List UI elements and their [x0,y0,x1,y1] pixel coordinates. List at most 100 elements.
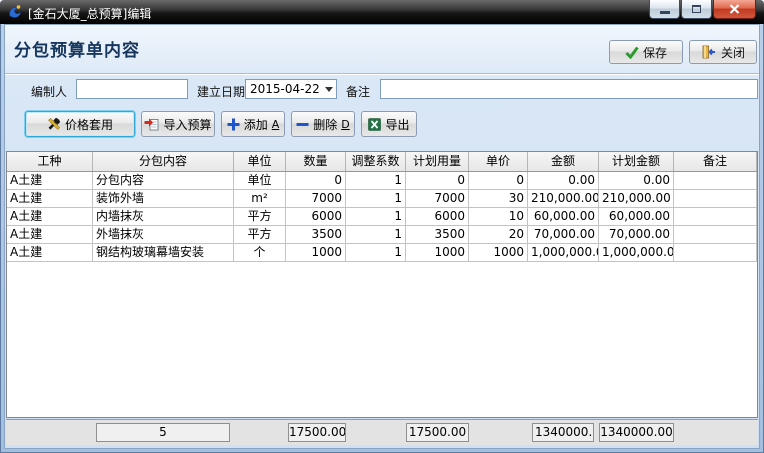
table-cell[interactable]: 30 [469,190,528,207]
header-cell[interactable]: 分包内容 [93,152,234,171]
table-cell[interactable]: 1 [346,172,406,189]
table-cell[interactable]: 60,000.00 [599,208,674,225]
table-cell[interactable]: 分包内容 [93,172,234,189]
minimize-button[interactable] [649,0,680,19]
table-cell[interactable]: A土建 [7,172,93,189]
table-cell[interactable]: A土建 [7,244,93,261]
excel-icon [368,118,381,131]
table-row[interactable]: A土建分包内容单位01000.000.00 [7,172,757,190]
table-cell[interactable]: 平方 [234,208,286,225]
date-combo[interactable]: 2015-04-22 [245,79,337,99]
table-cell[interactable]: 单位 [234,172,286,189]
table-cell[interactable]: A土建 [7,190,93,207]
maximize-button[interactable] [681,0,712,19]
table-cell[interactable]: 1,000,000.00 [599,244,674,261]
table-cell[interactable] [674,208,757,225]
amount-total-box: 1340000.00 [532,423,594,442]
table-cell[interactable]: 0.00 [599,172,674,189]
close-form-button[interactable]: 关闭 [689,40,757,64]
table-cell[interactable]: 70,000.00 [528,226,599,243]
table-cell[interactable]: 1 [346,244,406,261]
header-cell[interactable]: 单价 [469,152,528,171]
price-apply-button[interactable]: 价格套用 [25,111,135,137]
table-row[interactable]: A土建内墙抹灰平方6000160001060,000.0060,000.00 [7,208,757,226]
plus-icon [227,118,240,131]
table-cell[interactable]: 210,000.00 [528,190,599,207]
header-cell[interactable]: 工种 [7,152,93,171]
creator-input[interactable] [76,79,188,99]
import-budget-button[interactable]: 导入预算 [141,111,215,137]
row-count-box: 5 [96,423,230,442]
table-cell[interactable]: 外墙抹灰 [93,226,234,243]
export-button[interactable]: 导出 [361,111,417,137]
export-label: 导出 [385,116,409,133]
table-cell[interactable]: 3500 [406,226,469,243]
table-cell[interactable]: 1000 [406,244,469,261]
header-cell[interactable]: 调整系数 [346,152,406,171]
table-cell[interactable]: 钢结构玻璃幕墙安装 [93,244,234,261]
chevron-down-icon[interactable] [322,87,336,92]
table-cell[interactable]: 个 [234,244,286,261]
table-cell[interactable]: 3500 [286,226,346,243]
table-cell[interactable]: 平方 [234,226,286,243]
table-cell[interactable] [674,190,757,207]
table-cell[interactable]: 1,000,000.00 [528,244,599,261]
table-row[interactable]: A土建钢结构玻璃幕墙安装个10001100010001,000,000.001,… [7,244,757,262]
table-cell[interactable]: 内墙抹灰 [93,208,234,225]
table-cell[interactable] [674,172,757,189]
table-cell[interactable]: 6000 [286,208,346,225]
table-cell[interactable]: 1000 [286,244,346,261]
header-cell[interactable]: 金额 [528,152,599,171]
table-cell[interactable] [674,226,757,243]
close-form-label: 关闭 [721,44,745,61]
titlebar[interactable]: [金石大厦_总预算]编辑 [0,0,764,24]
table-cell[interactable]: 6000 [406,208,469,225]
table-cell[interactable]: 70,000.00 [599,226,674,243]
close-icon [729,4,740,14]
remark-input[interactable] [380,79,758,99]
table-cell[interactable]: 0 [469,172,528,189]
table-cell[interactable]: 7000 [286,190,346,207]
plan-amount-total-box: 1340000.00 [599,423,674,442]
plan-qty-total-box: 17500.00 [406,423,469,442]
table-cell[interactable]: 20 [469,226,528,243]
delete-button[interactable]: 删除 D [291,111,355,137]
table-row[interactable]: A土建装饰外墙m²70001700030210,000.00210,000.00 [7,190,757,208]
header-cell[interactable]: 备注 [674,152,757,171]
table-cell[interactable]: A土建 [7,226,93,243]
add-button[interactable]: 添加A [221,111,285,137]
table-cell[interactable]: 1000 [469,244,528,261]
header-cell[interactable]: 计划用量 [406,152,469,171]
import-budget-label: 导入预算 [163,116,211,133]
creator-label: 编制人 [31,83,67,100]
header-cell[interactable]: 数量 [286,152,346,171]
header-cell[interactable]: 单位 [234,152,286,171]
import-icon [144,117,159,131]
table-cell[interactable]: 7000 [406,190,469,207]
save-button[interactable]: 保存 [609,40,683,64]
table-cell[interactable]: 1 [346,190,406,207]
table-cell[interactable]: m² [234,190,286,207]
table-cell[interactable]: 0.00 [528,172,599,189]
table-row[interactable]: A土建外墙抹灰平方3500135002070,000.0070,000.00 [7,226,757,244]
dialog-body: 分包预算单内容 保存 关闭 编制人 建立日期 2015-04-22 [4,24,760,449]
table-cell[interactable]: 60,000.00 [528,208,599,225]
table-cell[interactable]: 装饰外墙 [93,190,234,207]
grid-body: A土建分包内容单位01000.000.00A土建装饰外墙m²7000170003… [7,172,757,262]
data-grid: 工种分包内容单位数量调整系数计划用量单价金额计划金额备注 A土建分包内容单位01… [6,151,758,418]
table-cell[interactable]: 0 [406,172,469,189]
close-button[interactable] [713,0,756,19]
table-cell[interactable]: 1 [346,208,406,225]
table-cell[interactable]: 0 [286,172,346,189]
delete-hotkey: D [341,118,349,131]
price-apply-label: 价格套用 [65,116,113,133]
table-cell[interactable]: 210,000.00 [599,190,674,207]
door-icon [701,45,717,59]
delete-label: 删除 [313,116,337,133]
table-cell[interactable]: 10 [469,208,528,225]
app-icon[interactable] [7,4,23,20]
table-cell[interactable]: 1 [346,226,406,243]
table-cell[interactable] [674,244,757,261]
header-cell[interactable]: 计划金额 [599,152,674,171]
table-cell[interactable]: A土建 [7,208,93,225]
